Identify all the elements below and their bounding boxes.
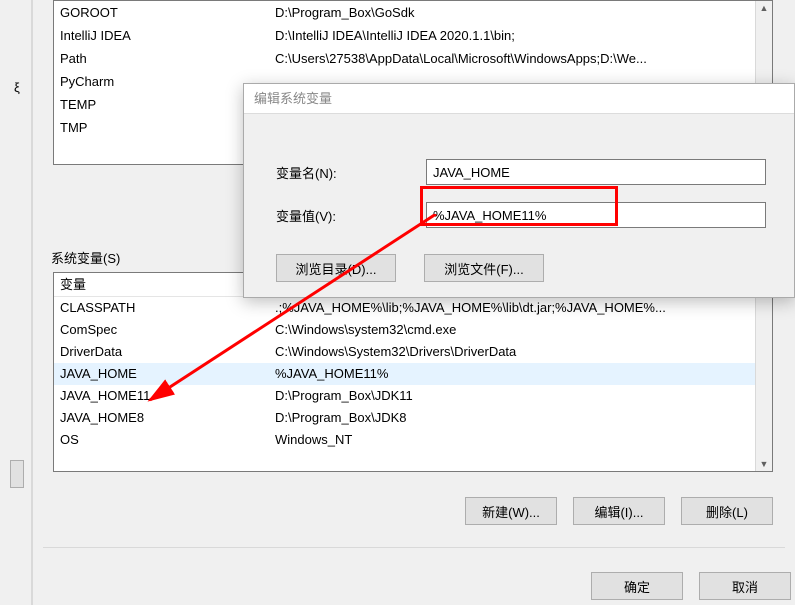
browse-file-button[interactable]: 浏览文件(F)... (424, 254, 544, 282)
sys-var-value[interactable]: Windows_NT (269, 429, 772, 451)
system-variables-list[interactable]: 变量 CLASSPATH.;%JAVA_HOME%\lib;%JAVA_HOME… (53, 272, 773, 472)
sys-var-value[interactable]: D:\Program_Box\JDK8 (269, 407, 772, 429)
dialog-buttons: 确定 取消 (591, 572, 791, 600)
delete-button[interactable]: 删除(L) (681, 497, 773, 525)
edit-button[interactable]: 编辑(I)... (573, 497, 665, 525)
system-variables-label: 系统变量(S) (51, 248, 120, 267)
edit-variable-dialog: 编辑系统变量 变量名(N): 变量值(V): 浏览目录(D)... 浏览文件(F… (243, 83, 795, 298)
sys-var-value[interactable]: C:\Windows\System32\Drivers\DriverData (269, 341, 772, 363)
user-var-value[interactable]: D:\Program_Box\GoSdk (269, 1, 772, 24)
dialog-title: 编辑系统变量 (244, 84, 794, 114)
variable-value-input[interactable] (426, 202, 766, 228)
user-var-name[interactable]: TEMP (54, 93, 269, 116)
divider (43, 547, 785, 548)
left-cropped-fragment: ξ (0, 0, 32, 605)
browse-directory-button[interactable]: 浏览目录(D)... (276, 254, 396, 282)
sys-var-value[interactable]: D:\Program_Box\JDK11 (269, 385, 772, 407)
scrollbar[interactable]: ▲ ▼ (755, 273, 772, 471)
cancel-button[interactable]: 取消 (699, 572, 791, 600)
sys-var-name[interactable]: JAVA_HOME11 (54, 385, 269, 407)
variable-value-row: 变量值(V): (276, 202, 766, 228)
system-variables-buttons: 新建(W)... 编辑(I)... 删除(L) (465, 497, 773, 525)
sys-var-value[interactable]: .;%JAVA_HOME%\lib;%JAVA_HOME%\lib\dt.jar… (269, 297, 772, 319)
variable-name-label: 变量名(N): (276, 163, 426, 182)
user-var-value[interactable]: D:\IntelliJ IDEA\IntelliJ IDEA 2020.1.1\… (269, 24, 772, 47)
user-var-value[interactable]: C:\Users\27538\AppData\Local\Microsoft\W… (269, 47, 772, 70)
variable-value-label: 变量值(V): (276, 206, 426, 225)
sys-var-value[interactable]: %JAVA_HOME11% (269, 363, 772, 385)
fragment-text: ξ (14, 80, 20, 95)
user-var-name[interactable]: GOROOT (54, 1, 269, 24)
user-var-name[interactable]: IntelliJ IDEA (54, 24, 269, 47)
browse-buttons: 浏览目录(D)... 浏览文件(F)... (276, 254, 544, 282)
sys-var-name[interactable]: JAVA_HOME (54, 363, 269, 385)
sys-var-name[interactable]: ComSpec (54, 319, 269, 341)
user-var-name[interactable]: PyCharm (54, 70, 269, 93)
fragment-button (10, 460, 24, 488)
sys-var-name[interactable]: CLASSPATH (54, 297, 269, 319)
scroll-down-icon[interactable]: ▼ (760, 457, 769, 471)
user-var-name[interactable]: TMP (54, 116, 269, 139)
ok-button[interactable]: 确定 (591, 572, 683, 600)
new-button[interactable]: 新建(W)... (465, 497, 557, 525)
sys-var-name[interactable]: JAVA_HOME8 (54, 407, 269, 429)
user-var-name[interactable]: Path (54, 47, 269, 70)
sys-var-value[interactable]: C:\Windows\system32\cmd.exe (269, 319, 772, 341)
scroll-up-icon[interactable]: ▲ (760, 1, 769, 15)
variable-name-row: 变量名(N): (276, 159, 766, 185)
sys-var-name[interactable]: DriverData (54, 341, 269, 363)
variable-name-input[interactable] (426, 159, 766, 185)
sys-var-name[interactable]: OS (54, 429, 269, 451)
